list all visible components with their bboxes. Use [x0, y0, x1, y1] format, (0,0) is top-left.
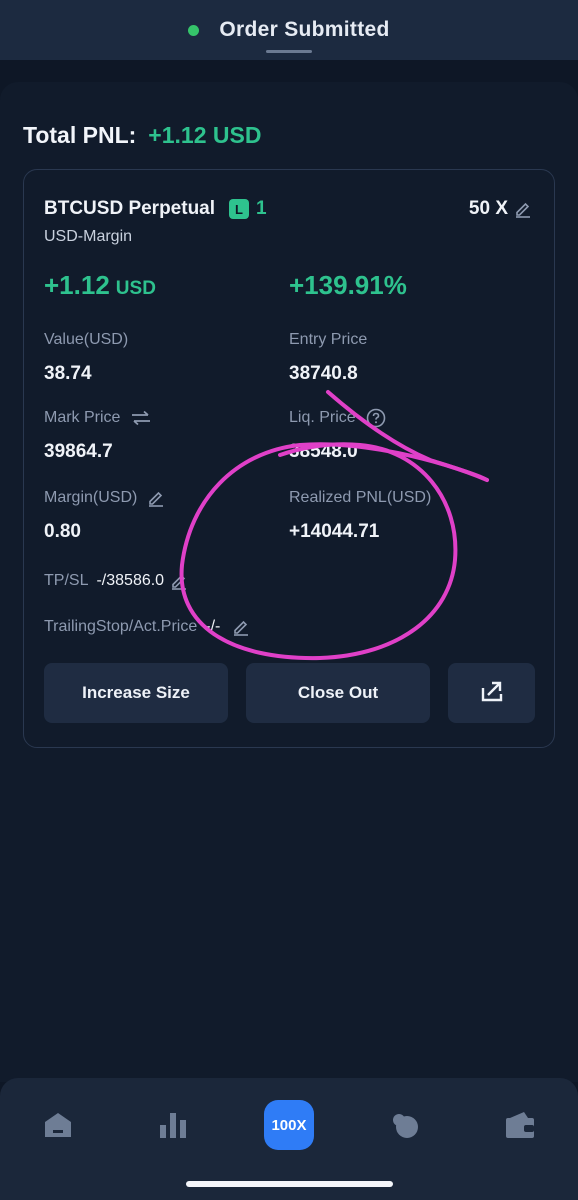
total-pnl-value: +1.12 USD [148, 122, 262, 148]
leverage-value: 50 X [468, 198, 508, 219]
value-field: Value(USD) 38.74 [44, 330, 128, 385]
symbol-name: BTCUSD Perpetual [44, 198, 216, 219]
edit-leverage-icon[interactable] [514, 200, 532, 218]
increase-size-button[interactable]: Increase Size [44, 663, 228, 723]
swap-icon[interactable] [130, 410, 152, 426]
trailing-stop-value: -/- [205, 618, 221, 635]
edit-margin-icon[interactable] [147, 489, 165, 507]
nav-markets[interactable] [148, 1100, 198, 1150]
help-icon[interactable] [366, 408, 386, 428]
margin-label: Margin(USD) [44, 489, 138, 506]
positions-sheet: Total PNL: +1.12 USD BTCUSD Perpetual L … [0, 82, 578, 1082]
total-pnl: Total PNL: +1.12 USD [23, 122, 261, 149]
position-count: 1 [256, 198, 267, 219]
markets-icon [160, 1113, 186, 1138]
position-symbol[interactable]: BTCUSD Perpetual L 1 [44, 198, 267, 220]
home-icon [45, 1113, 71, 1137]
wallet-icon [506, 1112, 534, 1138]
realized-pnl-field: Realized PNL(USD) +14044.71 [289, 488, 431, 543]
tpsl-row: TP/SL -/38586.0 [44, 572, 188, 590]
close-out-button[interactable]: Close Out [246, 663, 430, 723]
100x-tab: 100X [264, 1100, 314, 1150]
nav-discover[interactable] [380, 1100, 430, 1150]
liq-price-label: Liq. Price [289, 409, 356, 426]
leverage-control[interactable]: 50 X [469, 198, 532, 220]
liq-price-label-row: Liq. Price [289, 408, 386, 428]
discover-icon [393, 1114, 418, 1138]
drag-handle[interactable] [266, 50, 312, 53]
mark-price-value: 39864.7 [44, 441, 113, 462]
margin-value: 0.80 [44, 521, 81, 542]
entry-price-label: Entry Price [289, 331, 368, 348]
home-indicator [186, 1181, 393, 1187]
total-pnl-label: Total PNL: [23, 122, 137, 148]
value-amount: 38.74 [44, 363, 92, 384]
share-icon [479, 678, 505, 709]
trailing-stop-label: TrailingStop/Act.Price [44, 618, 198, 635]
unrealized-pnl-percent: +139.91% [289, 270, 407, 300]
success-dot-icon [188, 24, 200, 36]
liq-price-field: Liq. Price 38548.0 [289, 408, 386, 463]
unrealized-pnl-value: +1.12 [44, 270, 110, 300]
liq-price-value: 38548.0 [289, 441, 358, 462]
position-card: BTCUSD Perpetual L 1 USD-Margin 50 X +1.… [23, 169, 555, 748]
realized-pnl-value: +14044.71 [289, 521, 380, 542]
order-submitted-toast: Order Submitted [0, 0, 578, 60]
nav-100x[interactable]: 100X [264, 1100, 314, 1150]
entry-price-field: Entry Price 38740.8 [289, 330, 367, 385]
edit-trailing-stop-icon[interactable] [232, 618, 250, 636]
tpsl-value: -/38586.0 [96, 572, 165, 589]
unrealized-pnl-unit: USD [115, 278, 156, 299]
toast-text: Order Submitted [219, 18, 390, 41]
margin-label-row: Margin(USD) [44, 488, 165, 508]
entry-price-value: 38740.8 [289, 363, 358, 384]
mark-price-field: Mark Price 39864.7 [44, 408, 152, 463]
edit-tpsl-icon[interactable] [170, 572, 188, 590]
mark-price-label-row: Mark Price [44, 408, 152, 428]
share-button[interactable] [448, 663, 535, 723]
margin-field: Margin(USD) 0.80 [44, 488, 165, 543]
margin-type: USD-Margin [44, 228, 133, 245]
trailing-stop-row: TrailingStop/Act.Price -/- [44, 618, 250, 636]
realized-pnl-label: Realized PNL(USD) [289, 489, 432, 506]
long-badge: L [229, 199, 250, 219]
value-label: Value(USD) [44, 331, 129, 348]
tpsl-label: TP/SL [44, 572, 89, 589]
unrealized-pnl: +1.12 USD [44, 270, 156, 301]
mark-price-label: Mark Price [44, 409, 121, 426]
nav-wallet[interactable] [495, 1100, 545, 1150]
nav-home[interactable] [33, 1100, 83, 1150]
